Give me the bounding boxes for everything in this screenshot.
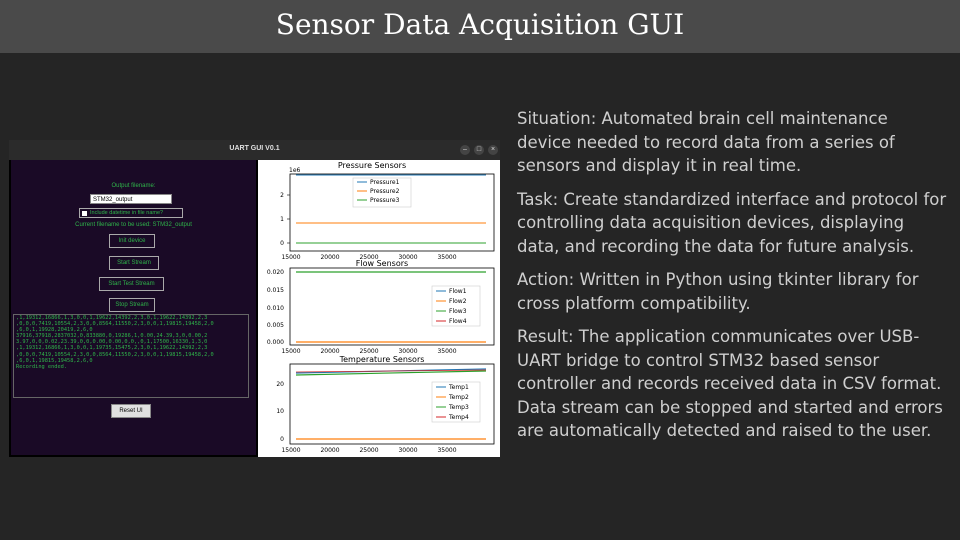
situation-text: Situation: Automated brain cell maintena… <box>517 109 895 175</box>
flow-xtick: 25000 <box>359 348 378 355</box>
pressure-ytick: 2 <box>280 192 284 199</box>
legend-flow3: Flow3 <box>449 308 467 315</box>
legend-temp4: Temp4 <box>448 414 469 421</box>
result-text: Result: The application communicates ove… <box>517 327 943 440</box>
reset-ui-button[interactable]: Reset UI <box>111 404 151 418</box>
pressure-ytick: 1 <box>280 216 284 223</box>
legend-pressure2: Pressure2 <box>370 188 400 195</box>
flow-xtick: 35000 <box>437 348 456 355</box>
sensor-plots: Pressure Sensors 1e6 2 1 0 Pressure1 Pre… <box>267 161 495 454</box>
slide-title: Sensor Data Acquisition GUI <box>275 8 685 41</box>
pressure-multiplier: 1e6 <box>289 167 301 174</box>
start-stream-button[interactable]: Start Stream <box>109 256 159 270</box>
current-filename-label: Current filename to be used: STM32_outpu… <box>75 222 192 228</box>
pressure-plot-title: Pressure Sensors <box>338 161 406 170</box>
legend-flow1: Flow1 <box>449 288 467 295</box>
plots-area: Pressure Sensors 1e6 2 1 0 Pressure1 Pre… <box>258 160 500 457</box>
flow-xtick: 30000 <box>398 348 417 355</box>
temp-xtick: 25000 <box>359 447 378 454</box>
legend-pressure3: Pressure3 <box>370 197 400 204</box>
temp-xtick: 35000 <box>437 447 456 454</box>
console-line: Recording ended. <box>16 363 68 370</box>
task-text: Task: Create standardized interface and … <box>517 189 947 256</box>
output-filename-input[interactable]: STM32_output <box>90 194 172 204</box>
console-output[interactable]: ,1,19312,16866,1,3,0,0,1,19622,14392,2,3… <box>13 314 249 398</box>
temp-plot-title: Temperature Sensors <box>339 355 425 364</box>
include-datetime-checkbox[interactable]: Include datetime in file name? <box>79 208 183 218</box>
pressure-xtick: 35000 <box>437 254 456 261</box>
temp-xtick: 30000 <box>398 447 417 454</box>
legend-temp3: Temp3 <box>448 404 469 411</box>
flow-ytick: 0.000 <box>267 339 284 346</box>
app-screenshot: UART GUI V0.1 – □ × Output filename: STM… <box>9 140 500 457</box>
legend-pressure1: Pressure1 <box>370 179 400 186</box>
pressure-xtick: 20000 <box>320 254 339 261</box>
stop-stream-button[interactable]: Stop Stream <box>109 298 155 312</box>
action-text: Action: Written in Python using tkinter … <box>517 270 919 313</box>
flow-plot-title: Flow Sensors <box>356 259 408 268</box>
legend-flow4: Flow4 <box>449 318 467 325</box>
control-panel: Output filename: STM32_output Include da… <box>11 160 256 455</box>
flow-ytick: 0.015 <box>267 287 284 294</box>
checkbox-icon[interactable] <box>82 211 87 216</box>
temp-ytick: 10 <box>276 408 284 415</box>
legend-flow2: Flow2 <box>449 298 467 305</box>
flow-ytick: 0.005 <box>267 322 284 329</box>
temp-ytick: 0 <box>280 436 284 443</box>
console-line: ,0,0,0,7419,10554,2,3,0,0,8564,11550,2,3… <box>16 351 214 358</box>
legend-temp1: Temp1 <box>448 384 469 391</box>
maximize-icon[interactable]: □ <box>474 145 484 155</box>
close-icon[interactable]: × <box>488 145 498 155</box>
temp-xtick: 20000 <box>320 447 339 454</box>
output-filename-label: Output filename: <box>111 183 156 189</box>
flow-xtick: 15000 <box>281 348 300 355</box>
temp-xtick: 15000 <box>281 447 300 454</box>
bullets: Situation: Automated brain cell maintena… <box>517 107 947 453</box>
pressure-ytick: 0 <box>280 240 284 247</box>
temp-ytick: 20 <box>276 381 284 388</box>
window-titlebar: UART GUI V0.1 – □ × <box>9 140 500 160</box>
flow-ytick: 0.020 <box>267 269 284 276</box>
init-device-button[interactable]: Init device <box>109 234 155 248</box>
flow-ytick: 0.010 <box>267 305 284 312</box>
pressure-xtick: 15000 <box>281 254 300 261</box>
window-title: UART GUI V0.1 <box>229 145 280 152</box>
flow-xtick: 20000 <box>320 348 339 355</box>
start-test-stream-button[interactable]: Start Test Stream <box>99 277 164 291</box>
include-datetime-label: Include datetime in file name? <box>90 210 164 216</box>
legend-temp2: Temp2 <box>448 394 469 401</box>
minimize-icon[interactable]: – <box>460 145 470 155</box>
